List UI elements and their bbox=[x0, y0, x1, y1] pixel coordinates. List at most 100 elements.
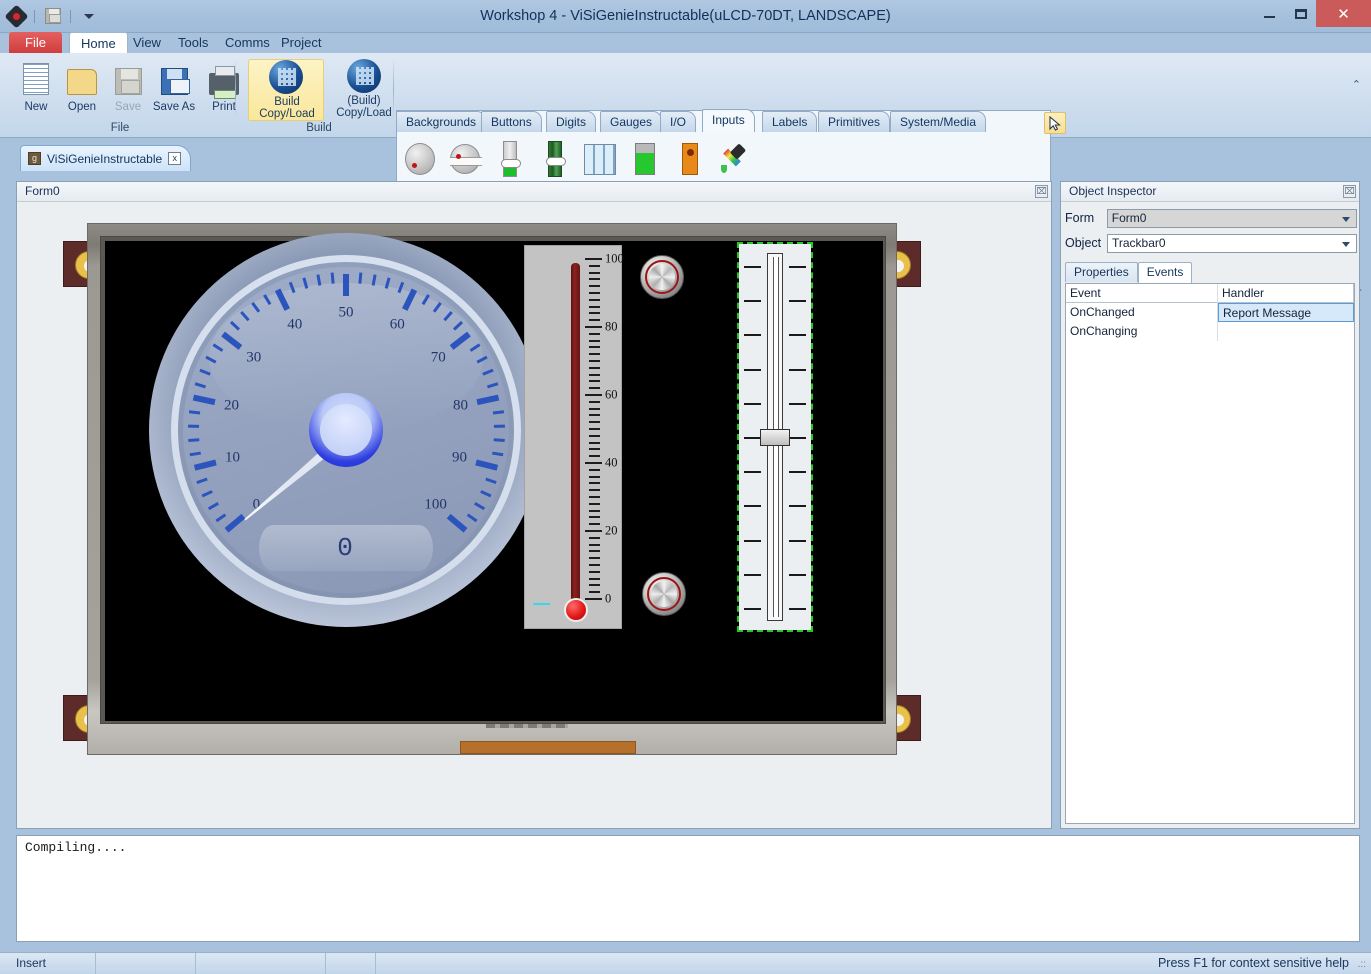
event-handler[interactable] bbox=[1218, 322, 1354, 341]
event-name: OnChanging bbox=[1066, 322, 1218, 341]
window-title: Workshop 4 - ViSiGenieInstructable(uLCD-… bbox=[0, 0, 1371, 33]
column-header-event: Event bbox=[1066, 284, 1218, 303]
trackbar-widget[interactable] bbox=[739, 244, 811, 630]
pointer-cursor-icon[interactable] bbox=[1044, 112, 1066, 134]
build-only-copy-load-button[interactable]: (Build) Copy/Load bbox=[326, 59, 402, 121]
ribbon-group-file: New Open Save Save As Print File bbox=[4, 55, 236, 135]
lcd-screen[interactable]: 0102030405060708090100 0 bbox=[105, 241, 883, 721]
tab-primitives[interactable]: Primitives bbox=[818, 111, 890, 132]
tab-buttons[interactable]: Buttons bbox=[481, 111, 542, 132]
save-icon[interactable] bbox=[42, 6, 63, 27]
lcd-module-preview: 0102030405060708090100 0 bbox=[63, 223, 921, 763]
thermometer-minor-tick bbox=[589, 482, 600, 484]
new-button[interactable]: New bbox=[12, 59, 60, 95]
close-icon[interactable]: ⌧ bbox=[1035, 185, 1048, 198]
thermometer-minor-tick bbox=[589, 367, 600, 369]
trackbar-thumb[interactable] bbox=[760, 429, 790, 446]
menu-item-file[interactable]: File bbox=[9, 32, 62, 54]
close-icon[interactable]: ⌧ bbox=[1343, 185, 1356, 198]
gauge-scale-label: 70 bbox=[431, 349, 446, 366]
chevron-down-icon bbox=[1342, 242, 1350, 247]
menu-item-home[interactable]: Home bbox=[69, 32, 128, 54]
event-handler[interactable]: Report Message bbox=[1218, 303, 1354, 322]
menu-item-project[interactable]: Project bbox=[270, 32, 332, 54]
form-canvas[interactable]: 0102030405060708090100 0 bbox=[17, 202, 1051, 828]
thermometer-scale-label: 100 bbox=[605, 252, 624, 267]
table-row[interactable]: OnChanged Report Message bbox=[1066, 303, 1354, 322]
ribbon-minimize-icon[interactable]: ⌃ bbox=[1352, 78, 1361, 91]
status-cell-4 bbox=[326, 953, 376, 974]
thermometer-minor-tick bbox=[589, 306, 600, 308]
thermometer-minor-tick bbox=[589, 544, 600, 546]
tab-properties[interactable]: Properties bbox=[1065, 262, 1138, 282]
trackbar-tick bbox=[744, 334, 761, 336]
status-bar: Insert Press F1 for context sensitive he… bbox=[0, 952, 1371, 974]
thermometer-minor-tick bbox=[589, 578, 600, 580]
thermometer-minor-tick bbox=[589, 265, 600, 267]
thermometer-minor-tick bbox=[589, 523, 600, 525]
column-header-handler: Handler bbox=[1218, 284, 1354, 303]
thermometer-scale-label: 80 bbox=[605, 320, 618, 335]
tab-inputs[interactable]: Inputs bbox=[702, 109, 755, 132]
thermometer-minor-tick bbox=[589, 496, 600, 498]
divider bbox=[70, 10, 71, 23]
thermometer-minor-tick bbox=[589, 571, 600, 573]
thermometer-minor-tick bbox=[589, 285, 600, 287]
thermometer-major-tick bbox=[585, 394, 602, 396]
thermometer-minor-tick bbox=[589, 299, 600, 301]
knob-widget-top[interactable] bbox=[640, 255, 684, 299]
ribbon: ⌃ New Open Save Save As Print bbox=[0, 53, 1371, 138]
trackbar-tick bbox=[789, 505, 806, 507]
document-tab[interactable]: g ViSiGenieInstructable x bbox=[20, 145, 191, 171]
tab-digits[interactable]: Digits bbox=[546, 111, 596, 132]
thermometer-minor-tick bbox=[589, 380, 600, 382]
minimize-button[interactable] bbox=[1254, 0, 1285, 27]
divider bbox=[393, 59, 394, 119]
status-cell-2 bbox=[96, 953, 196, 974]
gauge-widget[interactable]: 0102030405060708090100 0 bbox=[149, 233, 543, 627]
trackbar-tick bbox=[789, 300, 806, 302]
gauge-scale-label: 80 bbox=[453, 397, 468, 414]
knob-widget-bottom[interactable] bbox=[642, 572, 686, 616]
tab-system-media[interactable]: System/Media bbox=[890, 111, 986, 132]
chevron-down-icon[interactable] bbox=[78, 6, 99, 27]
thermometer-minor-tick bbox=[589, 414, 600, 416]
thermometer-scale-label: 0 bbox=[605, 592, 611, 607]
print-button[interactable]: Print bbox=[200, 59, 248, 95]
thermometer-minor-tick bbox=[589, 510, 600, 512]
thermometer-minor-tick bbox=[589, 469, 600, 471]
table-header-row: Event Handler bbox=[1066, 284, 1354, 303]
save-as-button[interactable]: Save As bbox=[150, 59, 198, 95]
thermometer-minor-tick bbox=[589, 550, 600, 552]
object-combo[interactable]: Trackbar0 bbox=[1107, 234, 1357, 253]
tab-events[interactable]: Events bbox=[1138, 262, 1193, 283]
maximize-button[interactable] bbox=[1285, 0, 1316, 27]
divider bbox=[235, 59, 236, 119]
thermometer-major-tick bbox=[585, 258, 602, 260]
object-label: Object bbox=[1065, 236, 1101, 250]
gauge-scale-label: 10 bbox=[225, 450, 240, 467]
close-icon[interactable]: x bbox=[168, 152, 181, 165]
tab-io[interactable]: I/O bbox=[660, 111, 696, 132]
object-selector-row: Object Trackbar0 bbox=[1065, 233, 1357, 253]
menu-item-view[interactable]: View bbox=[122, 32, 172, 54]
build-copy-load-button[interactable]: Build Copy/Load bbox=[248, 59, 324, 121]
build-only-button-label2: Copy/Load bbox=[326, 107, 402, 119]
tab-backgrounds[interactable]: Backgrounds bbox=[396, 111, 486, 132]
tab-labels[interactable]: Labels bbox=[762, 111, 817, 132]
lcd-flex-cable-icon bbox=[460, 741, 636, 754]
resize-grip-icon[interactable]: .:: bbox=[1358, 959, 1366, 970]
form-combo[interactable]: Form0 bbox=[1107, 209, 1357, 228]
trackbar-tick bbox=[789, 471, 806, 473]
events-table: Event Handler OnChanged Report Message O… bbox=[1065, 283, 1355, 824]
save-icon bbox=[104, 59, 152, 95]
thermometer-scale-label: 60 bbox=[605, 388, 618, 403]
thermometer-widget[interactable]: 020406080100 bbox=[524, 245, 622, 629]
open-button[interactable]: Open bbox=[58, 59, 106, 95]
output-panel[interactable]: Compiling.... bbox=[16, 835, 1360, 942]
close-button[interactable]: ✕ bbox=[1316, 0, 1371, 27]
tab-gauges[interactable]: Gauges bbox=[600, 111, 662, 132]
table-row[interactable]: OnChanging bbox=[1066, 322, 1354, 341]
trackbar-tick bbox=[744, 266, 761, 268]
menu-item-tools[interactable]: Tools bbox=[167, 32, 219, 54]
